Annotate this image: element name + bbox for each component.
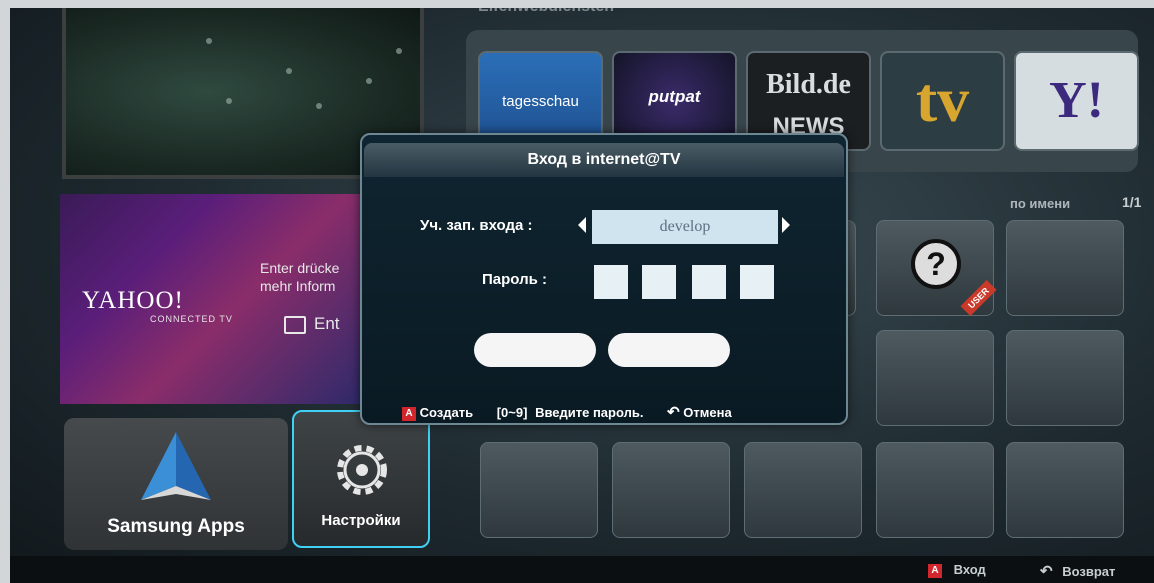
- return-icon: ↶: [1040, 563, 1053, 580]
- samsung-apps-icon: [141, 432, 211, 500]
- app-label: tv: [915, 64, 970, 135]
- section-label: • Elfenwebdiensten: [468, 8, 614, 16]
- create-hint[interactable]: A Создать: [402, 405, 477, 421]
- login-dialog: Вход в internet@TV Уч. зап. входа : Паро…: [360, 133, 848, 425]
- password-digit-3[interactable]: [692, 265, 726, 299]
- bottom-bar: A Вход ↶ Возврат: [10, 556, 1154, 583]
- password-digit-4[interactable]: [740, 265, 774, 299]
- app-slot[interactable]: [744, 442, 862, 538]
- user-badge: USER: [960, 279, 997, 317]
- page-indicator: 1/1: [1122, 194, 1142, 210]
- back-hint[interactable]: ↶ Возврат: [1040, 562, 1115, 580]
- app-tv[interactable]: tv: [880, 51, 1005, 151]
- app-slot-help[interactable]: ? USER: [876, 220, 997, 317]
- app-yahoo[interactable]: Y!: [1014, 51, 1139, 151]
- settings-tile[interactable]: Настройки: [292, 410, 430, 548]
- arrow-left-icon[interactable]: [578, 217, 586, 233]
- app-slot[interactable]: [1006, 220, 1124, 316]
- yahoo-logo: YAHOO!: [82, 287, 184, 314]
- app-slot[interactable]: [612, 442, 730, 538]
- app-slot[interactable]: [876, 330, 994, 426]
- app-label: tagesschau: [502, 93, 579, 110]
- app-label: Y!: [1049, 72, 1104, 129]
- enter-icon: [284, 316, 306, 334]
- cancel-label: Отмена: [683, 405, 732, 420]
- app-label: Bild.de: [766, 69, 851, 100]
- connected-tv-label: CONNECTED TV: [150, 314, 233, 324]
- app-slot[interactable]: [876, 442, 994, 538]
- login-label: Вход: [953, 562, 986, 577]
- digits-label: [0~9]: [496, 405, 528, 420]
- login-confirm-button[interactable]: [474, 333, 596, 367]
- samsung-apps-label: Samsung Apps: [107, 516, 245, 537]
- dialog-hints: A Создать [0~9] Введите пароль. ↶ Отмена: [402, 403, 832, 421]
- a-key-icon: A: [402, 406, 416, 421]
- login-cancel-button[interactable]: [608, 333, 730, 367]
- password-digit-1[interactable]: [594, 265, 628, 299]
- yahoo-banner[interactable]: YAHOO! CONNECTED TV Enter drücke mehr In…: [60, 194, 372, 404]
- banner-text-line2: mehr Inform: [260, 278, 336, 294]
- create-label: Создать: [419, 405, 474, 420]
- app-slot[interactable]: [1006, 442, 1124, 538]
- password-digit-2[interactable]: [642, 265, 676, 299]
- cancel-hint[interactable]: ↶ Отмена: [667, 404, 732, 421]
- dialog-title: Вход в internet@TV: [527, 151, 681, 168]
- gear-icon: [337, 445, 387, 495]
- question-icon: ?: [911, 239, 961, 289]
- back-label: Возврат: [1062, 564, 1116, 579]
- banner-enter-text: Ent: [314, 314, 340, 333]
- a-key-icon: A: [928, 563, 942, 578]
- return-icon: ↶: [667, 404, 680, 421]
- app-slot[interactable]: [480, 442, 598, 538]
- app-slot[interactable]: [1006, 330, 1124, 426]
- settings-label: Настройки: [321, 512, 401, 529]
- login-hint[interactable]: A Вход: [928, 562, 986, 578]
- banner-text-line1: Enter drücke: [260, 260, 340, 276]
- account-label: Уч. зап. входа :: [420, 217, 533, 234]
- account-field[interactable]: [592, 210, 778, 244]
- enter-password-label: Введите пароль.: [535, 405, 644, 420]
- arrow-right-icon[interactable]: [782, 217, 790, 233]
- sort-label: по имени: [1010, 196, 1071, 211]
- tv-screen: • Elfenwebdiensten tagesschau putpat Bil…: [10, 8, 1154, 583]
- password-label: Пароль :: [482, 271, 547, 288]
- samsung-apps-tile[interactable]: Samsung Apps: [64, 418, 288, 550]
- app-label: putpat: [648, 87, 701, 106]
